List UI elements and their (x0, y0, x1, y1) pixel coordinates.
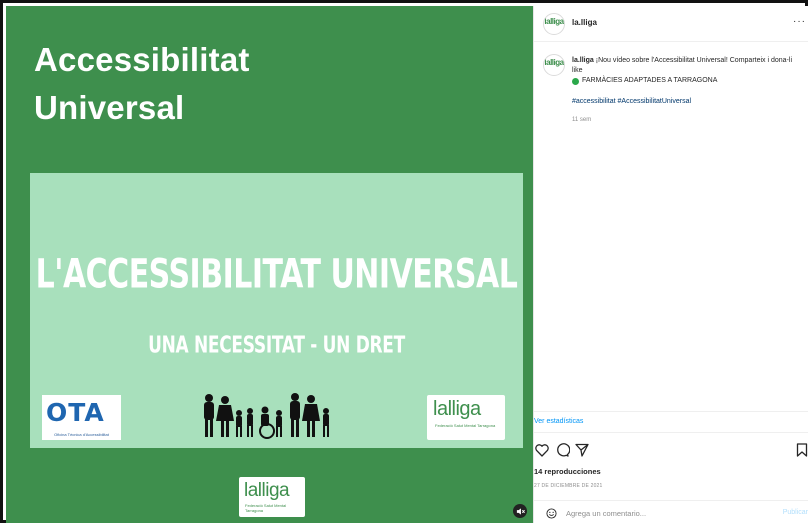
video-title-line-2: Universal (34, 89, 185, 126)
stats-bar: Ver estadísticas (534, 411, 808, 433)
post-time-ago: 11 sem (572, 117, 592, 123)
comment-icon[interactable] (554, 442, 570, 458)
avatar-text: lalliga (544, 58, 564, 67)
ota-logo: OTA Oficina Tècnica d'Accessibilitat (42, 395, 121, 440)
video-player[interactable]: Accessibilitat Universal L'ACCESSIBILITA… (6, 6, 533, 523)
ota-logo-caption: Oficina Tècnica d'Accessibilitat (54, 432, 109, 437)
caption-store-line: FARMÀCIES ADAPTADES A TARRAGONA (572, 76, 802, 86)
ota-logo-text: OTA (46, 398, 105, 427)
slide-subheading: UNA NECESSITAT - UN DRET (148, 332, 405, 359)
lalliga-logo-caption: Federació Salut Mental Tarragona (435, 423, 496, 428)
hashtags[interactable]: #accessibilitat #AccessibilitatUniversal (572, 98, 691, 105)
lalliga-logo-caption: Federació Salut Mental Tarragona (245, 503, 287, 513)
speaker-muted-icon[interactable] (513, 504, 527, 518)
comment-input[interactable] (566, 506, 766, 520)
post-date: 27 DE DICIEMBRE DE 2021 (534, 483, 603, 489)
family-silhouette-icon (204, 393, 329, 439)
video-title: Accessibilitat Universal (34, 36, 250, 132)
send-icon[interactable] (574, 442, 590, 458)
comment-bar: Publicar (534, 500, 808, 523)
caption-store-text: FARMÀCIES ADAPTADES A TARRAGONA (582, 77, 718, 84)
green-circle-icon (572, 77, 579, 85)
ota-logo-main: OTA (46, 398, 105, 427)
publish-button[interactable]: Publicar (783, 509, 808, 516)
lalliga-logo-slide: lalliga Federació Salut Mental Tarragona (427, 395, 505, 440)
post-header: lalliga la.lliga ··· (534, 6, 808, 42)
window-frame: Accessibilitat Universal L'ACCESSIBILITA… (0, 0, 808, 523)
smiley-icon[interactable] (546, 508, 557, 519)
username-link[interactable]: la.lliga (572, 18, 597, 27)
view-count: 14 reproducciones (534, 467, 601, 476)
caption-username[interactable]: la.lliga (572, 57, 594, 64)
avatar-text: lalliga (544, 17, 564, 26)
caption-text: la.lliga ¡Nou vídeo sobre l'Accessibilit… (572, 56, 802, 86)
avatar[interactable]: lalliga (543, 13, 565, 35)
speaker-muted-glyph (516, 507, 525, 515)
bookmark-icon[interactable] (794, 442, 808, 458)
view-stats-link[interactable]: Ver estadísticas (534, 418, 583, 425)
lalliga-logo-bottom: lalliga Federació Salut Mental Tarragona (239, 477, 305, 517)
avatar[interactable]: lalliga (543, 54, 565, 76)
video-slide: L'ACCESSIBILITAT UNIVERSAL UNA NECESSITA… (30, 173, 523, 448)
more-options-icon[interactable]: ··· (793, 16, 806, 27)
lalliga-logo-text: lalliga (244, 480, 290, 501)
post-sidebar: lalliga la.lliga ··· lalliga la.lliga ¡N… (533, 6, 808, 523)
video-title-line-1: Accessibilitat (34, 41, 250, 78)
heart-icon[interactable] (534, 442, 550, 458)
slide-heading: L'ACCESSIBILITAT UNIVERSAL (35, 251, 518, 299)
action-bar (534, 442, 808, 460)
lalliga-logo-text: lalliga (433, 398, 481, 420)
caption-body: ¡Nou vídeo sobre l'Accessibilitat Univer… (572, 57, 792, 74)
